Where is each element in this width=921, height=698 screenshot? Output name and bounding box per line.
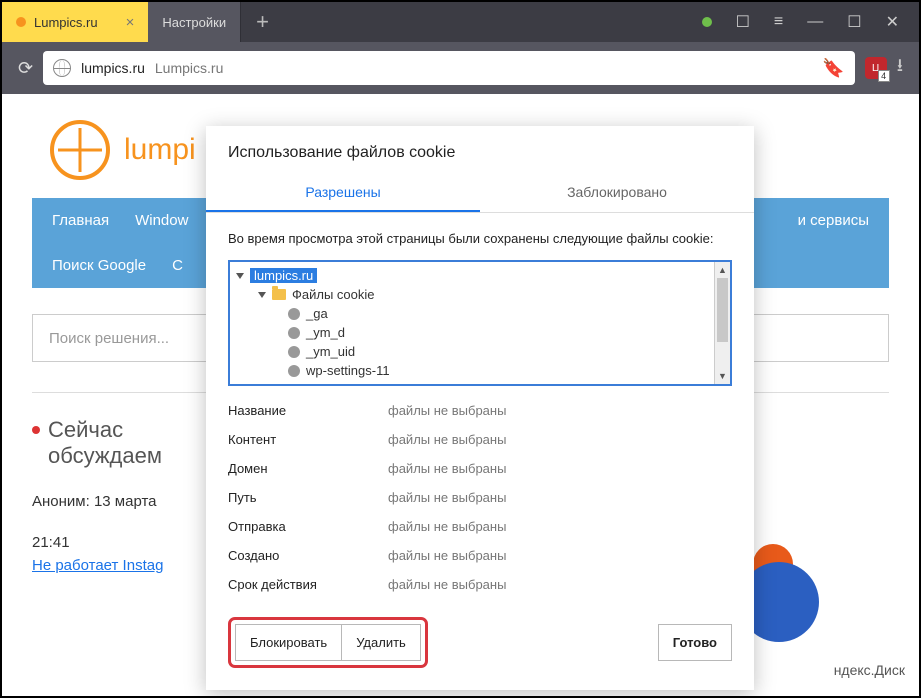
tree-cookie[interactable]: _ym_uid <box>230 342 730 361</box>
value: файлы не выбраны <box>388 490 506 505</box>
dialog-title: Использование файлов cookie <box>206 126 754 174</box>
red-dot-icon <box>32 426 40 434</box>
title-bar-icons: ☐ ≡ — ☐ ✕ <box>682 2 919 42</box>
scroll-thumb[interactable] <box>717 278 728 342</box>
status-dot-icon <box>702 17 712 27</box>
value: файлы не выбраны <box>388 403 506 418</box>
maximize-icon[interactable]: ☐ <box>847 12 861 32</box>
close-window-icon[interactable]: ✕ <box>886 12 899 32</box>
menu-icon[interactable]: ≡ <box>774 13 783 31</box>
logo-icon <box>50 120 110 180</box>
tab-title: Lumpics.ru <box>34 15 98 30</box>
tab-allowed[interactable]: Разрешены <box>206 174 480 212</box>
search-placeholder: Поиск решения... <box>49 330 169 347</box>
cookie-icon <box>288 308 300 320</box>
label-domain: Домен <box>228 461 388 476</box>
cookie-icon <box>288 346 300 358</box>
value: файлы не выбраны <box>388 548 506 563</box>
tab-bar: Lumpics.ru × Настройки + ☐ ≡ — ☐ ✕ <box>2 2 919 42</box>
value: файлы не выбраны <box>388 519 506 534</box>
nav-item[interactable]: и сервисы <box>798 212 869 229</box>
cookie-icon <box>288 327 300 339</box>
block-button[interactable]: Блокировать <box>235 624 342 661</box>
value: файлы не выбраны <box>388 461 506 476</box>
minimize-icon[interactable]: — <box>807 13 823 31</box>
tab-blocked[interactable]: Заблокировано <box>480 174 754 212</box>
cookie-dialog: Использование файлов cookie Разрешены За… <box>206 126 754 690</box>
address-bar: ⟳ lumpics.ru Lumpics.ru 🔖 Ц ⭳ <box>2 42 919 94</box>
cookie-details: Названиефайлы не выбраны Контентфайлы не… <box>206 386 754 603</box>
url-domain: lumpics.ru <box>81 60 145 76</box>
tree-root[interactable]: lumpics.ru <box>230 266 730 285</box>
globe-icon <box>53 59 71 77</box>
reload-icon[interactable]: ⟳ <box>18 58 33 79</box>
value: файлы не выбраны <box>388 577 506 592</box>
value: файлы не выбраны <box>388 432 506 447</box>
remove-button[interactable]: Удалить <box>342 624 421 661</box>
tree-cookie[interactable]: _ga <box>230 304 730 323</box>
chevron-down-icon <box>258 292 266 298</box>
label-path: Путь <box>228 490 388 505</box>
new-tab-button[interactable]: + <box>240 2 284 42</box>
tree-cookie[interactable]: _ym_d <box>230 323 730 342</box>
yadisk-label: ндекс.Диск <box>834 662 905 678</box>
chevron-down-icon <box>236 273 244 279</box>
url-title: Lumpics.ru <box>155 60 223 76</box>
favicon-icon <box>16 17 26 27</box>
nav-item[interactable]: Поиск Google <box>52 257 146 274</box>
label-created: Создано <box>228 548 388 563</box>
logo-text: lumpi <box>124 133 196 167</box>
annotation-highlight: Блокировать Удалить <box>228 617 428 668</box>
label-send: Отправка <box>228 519 388 534</box>
label-name: Название <box>228 403 388 418</box>
dialog-description: Во время просмотра этой страницы были со… <box>206 213 754 256</box>
download-icon[interactable]: ⭳ <box>897 53 903 83</box>
tree-cookie[interactable]: wp-settings-11 <box>230 361 730 380</box>
nav-item[interactable]: Главная <box>52 212 109 229</box>
bookmark-icon[interactable]: 🔖 <box>822 58 844 79</box>
nav-item[interactable]: С <box>172 257 183 274</box>
cookie-icon <box>288 365 300 377</box>
extension-badge[interactable]: Ц <box>865 57 887 79</box>
tab-active[interactable]: Lumpics.ru × <box>2 2 148 42</box>
scrollbar[interactable]: ▲ ▼ <box>714 262 730 384</box>
dialog-tabs: Разрешены Заблокировано <box>206 174 754 213</box>
tab-settings[interactable]: Настройки <box>148 2 240 42</box>
tree-folder[interactable]: Файлы cookie <box>230 285 730 304</box>
folder-icon <box>272 289 286 300</box>
tab-title: Настройки <box>162 15 226 30</box>
feedback-icon[interactable]: ☐ <box>736 12 750 32</box>
dialog-actions: Блокировать Удалить Готово <box>206 603 754 690</box>
close-icon[interactable]: × <box>126 14 135 31</box>
url-field[interactable]: lumpics.ru Lumpics.ru 🔖 <box>43 51 855 85</box>
label-expires: Срок действия <box>228 577 388 592</box>
cookie-tree[interactable]: lumpics.ru Файлы cookie _ga _ym_d _ym_ui… <box>228 260 732 386</box>
scroll-up-icon[interactable]: ▲ <box>715 262 730 278</box>
done-button[interactable]: Готово <box>658 624 732 661</box>
label-content: Контент <box>228 432 388 447</box>
scroll-down-icon[interactable]: ▼ <box>715 368 730 384</box>
nav-item[interactable]: Window <box>135 212 188 229</box>
